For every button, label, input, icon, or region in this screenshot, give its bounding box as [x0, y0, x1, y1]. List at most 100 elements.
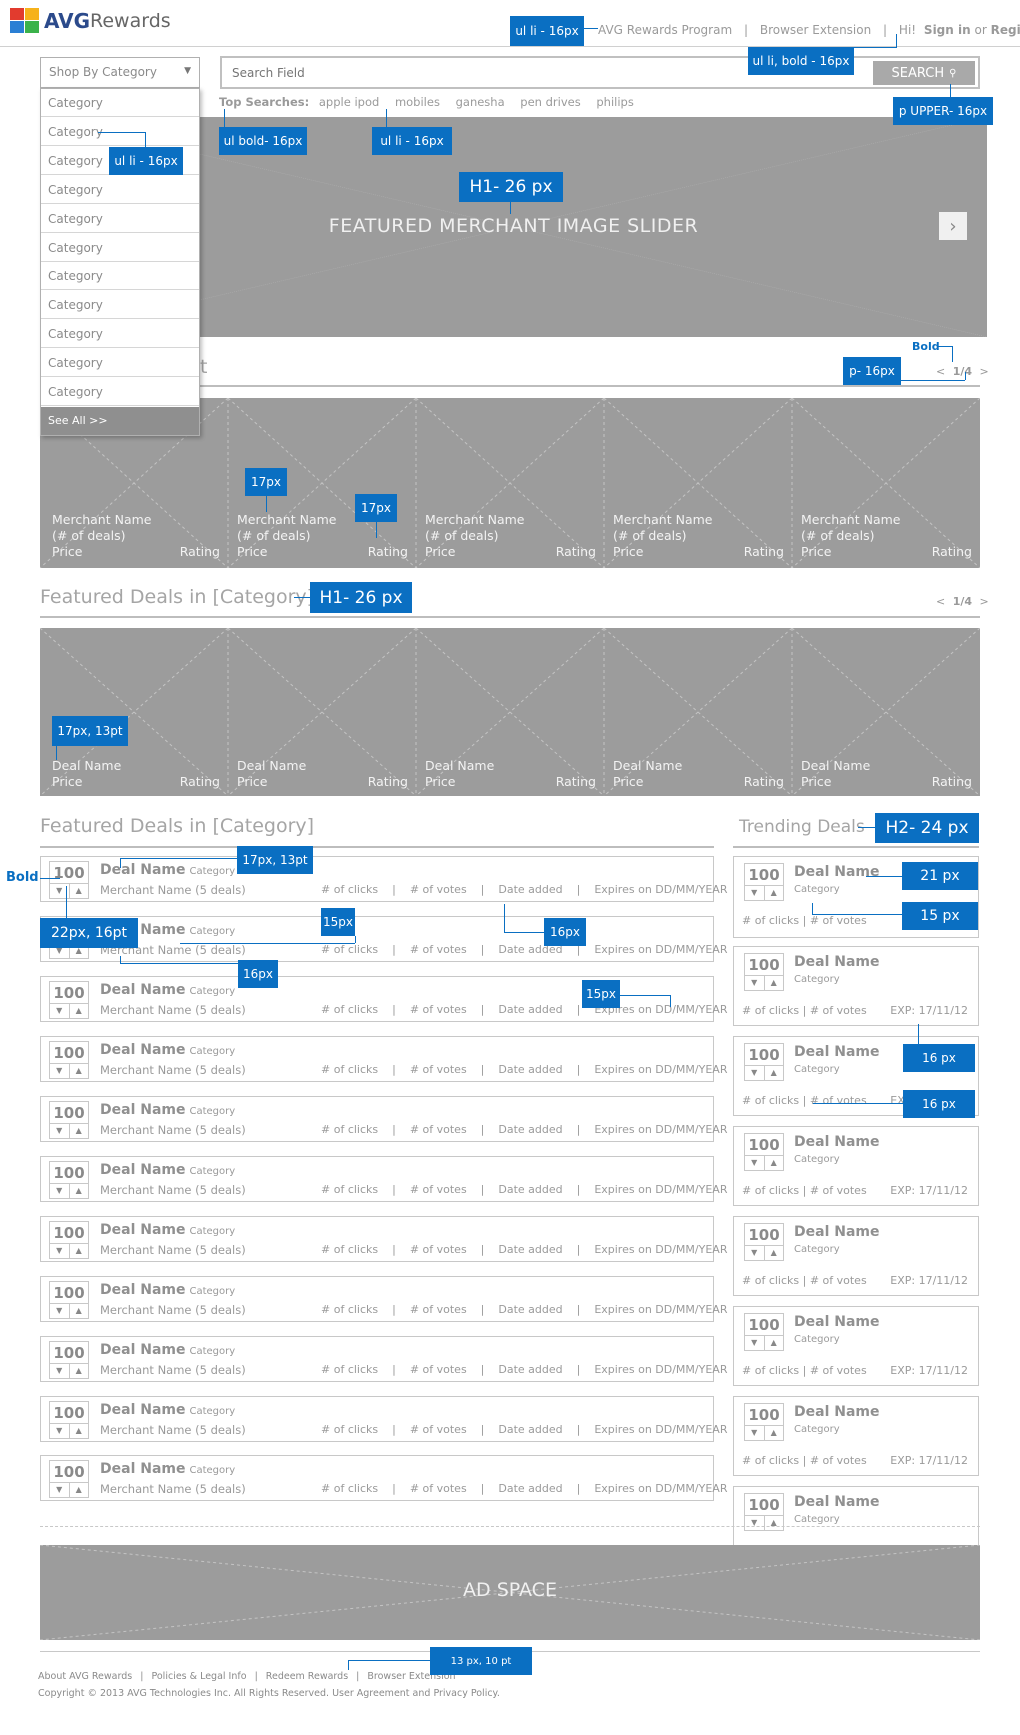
trending-deal-name[interactable]: Deal Name: [794, 1404, 879, 1420]
trending-deal-name[interactable]: Deal Name: [794, 864, 879, 880]
vote-up-icon[interactable]: ▲: [763, 1426, 784, 1440]
vote-up-icon[interactable]: ▲: [763, 1246, 784, 1260]
category-select[interactable]: Shop By Category ▼: [40, 57, 200, 88]
trending-card[interactable]: 100▼▲Deal NameCategory# of clicks | # of…: [733, 1126, 979, 1206]
vote-down-icon[interactable]: ▼: [745, 1426, 764, 1440]
category-item[interactable]: Category: [41, 204, 199, 233]
vote-up-icon[interactable]: ▲: [763, 1516, 784, 1530]
deal-card[interactable]: Deal Name Price Rating: [792, 628, 980, 796]
deal-merchant[interactable]: Merchant Name (5 deals): [100, 883, 246, 897]
deal-row[interactable]: 100▼▲Deal NameCategoryMerchant Name (5 d…: [40, 1096, 727, 1142]
vote-down-icon[interactable]: ▼: [745, 1336, 764, 1350]
deal-name[interactable]: Deal Name Category: [100, 982, 235, 998]
vote-down-icon[interactable]: ▼: [50, 1004, 69, 1018]
vote-down-icon[interactable]: ▼: [50, 1064, 69, 1078]
vote-up-icon[interactable]: ▲: [68, 1304, 89, 1318]
vote-down-icon[interactable]: ▼: [745, 976, 764, 990]
vote-up-icon[interactable]: ▲: [763, 1156, 784, 1170]
top-search-term[interactable]: apple ipod: [319, 95, 379, 109]
vote-up-icon[interactable]: ▲: [763, 1336, 784, 1350]
deal-row[interactable]: 100▼▲Deal NameCategoryMerchant Name (5 d…: [40, 1336, 727, 1382]
vote-up-icon[interactable]: ▲: [763, 1066, 784, 1080]
vote-up-icon[interactable]: ▲: [68, 1364, 89, 1378]
trending-deal-name[interactable]: Deal Name: [794, 1224, 879, 1240]
vote-down-icon[interactable]: ▼: [50, 1184, 69, 1198]
deal-row[interactable]: 100▼▲Deal NameCategoryMerchant Name (5 d…: [40, 1396, 727, 1442]
trending-card[interactable]: 100▼▲Deal NameCategory# of clicks | # of…: [733, 1306, 979, 1386]
deal-row[interactable]: 100▼▲Deal NameCategoryMerchant Name (5 d…: [40, 1276, 727, 1322]
category-item[interactable]: Category: [41, 378, 199, 406]
deal-name[interactable]: Deal Name Category: [100, 1461, 235, 1477]
top-search-term[interactable]: pen drives: [520, 95, 580, 109]
deal-row[interactable]: 100▼▲Deal NameCategoryMerchant Name (5 d…: [40, 1156, 727, 1202]
vote-down-icon[interactable]: ▼: [50, 1483, 69, 1497]
slider-next-button[interactable]: ›: [939, 212, 967, 240]
merchant-card[interactable]: Merchant Name (# of deals) Price Rating: [792, 398, 980, 568]
footer-link-about[interactable]: About AVG Rewards: [38, 1671, 132, 1682]
deal-name[interactable]: Deal Name Category: [100, 1042, 235, 1058]
vote-down-icon[interactable]: ▼: [50, 1304, 69, 1318]
deal-name[interactable]: Deal Name Category: [100, 1342, 235, 1358]
vote-down-icon[interactable]: ▼: [50, 1364, 69, 1378]
category-item[interactable]: Category: [41, 291, 199, 320]
trending-card[interactable]: 100▼▲Deal NameCategory# of clicks | # of…: [733, 1216, 979, 1296]
deal-row[interactable]: 100▼▲Deal NameCategoryMerchant Name (5 d…: [40, 916, 727, 962]
category-item[interactable]: Category: [41, 262, 199, 291]
deal-card[interactable]: Deal Name Price Rating: [40, 628, 228, 796]
ad-space[interactable]: AD SPACE: [40, 1545, 980, 1640]
vote-up-icon[interactable]: ▲: [68, 1064, 89, 1078]
deal-merchant[interactable]: Merchant Name (5 deals): [100, 1243, 246, 1257]
category-item[interactable]: Category: [41, 233, 199, 262]
deal-row[interactable]: 100▼▲Deal NameCategoryMerchant Name (5 d…: [40, 1036, 727, 1082]
footer-link-redeem[interactable]: Redeem Rewards: [266, 1671, 348, 1682]
top-search-term[interactable]: mobiles: [395, 95, 440, 109]
deal-merchant[interactable]: Merchant Name (5 deals): [100, 1183, 246, 1197]
vote-down-icon[interactable]: ▼: [50, 1124, 69, 1138]
deal-card[interactable]: Deal Name Price Rating: [416, 628, 604, 796]
search-input[interactable]: [230, 63, 834, 83]
vote-down-icon[interactable]: ▼: [745, 1516, 764, 1530]
vote-down-icon[interactable]: ▼: [745, 1246, 764, 1260]
vote-down-icon[interactable]: ▼: [745, 1066, 764, 1080]
see-all-link[interactable]: See All >>: [41, 407, 199, 435]
vote-down-icon[interactable]: ▼: [50, 1244, 69, 1258]
deal-row[interactable]: 100▼▲Deal NameCategoryMerchant Name (5 d…: [40, 1216, 727, 1262]
vote-up-icon[interactable]: ▲: [68, 1004, 89, 1018]
vote-up-icon[interactable]: ▲: [68, 1483, 89, 1497]
trending-card[interactable]: 100▼▲Deal NameCategory# of clicks | # of…: [733, 946, 979, 1026]
avg-logo[interactable]: AVG Rewards: [10, 7, 210, 37]
vote-up-icon[interactable]: ▲: [68, 1124, 89, 1138]
deal-merchant[interactable]: Merchant Name (5 deals): [100, 1123, 246, 1137]
chevron-left-icon[interactable]: <: [936, 365, 945, 378]
deal-merchant[interactable]: Merchant Name (5 deals): [100, 1303, 246, 1317]
deal-card[interactable]: Deal Name Price Rating: [228, 628, 416, 796]
vote-down-icon[interactable]: ▼: [745, 886, 764, 900]
search-button[interactable]: SEARCH ⚲: [873, 61, 975, 85]
vote-up-icon[interactable]: ▲: [68, 1184, 89, 1198]
deal-merchant[interactable]: Merchant Name (5 deals): [100, 1363, 246, 1377]
deal-name[interactable]: Deal Name Category: [100, 1282, 235, 1298]
top-search-term[interactable]: ganesha: [456, 95, 505, 109]
category-item[interactable]: Category: [41, 89, 199, 117]
category-item[interactable]: Category: [41, 175, 199, 204]
register-link[interactable]: Register: [991, 23, 1020, 37]
vote-down-icon[interactable]: ▼: [50, 1424, 69, 1438]
deal-name[interactable]: Deal Name Category: [100, 1162, 235, 1178]
trending-deal-name[interactable]: Deal Name: [794, 1494, 879, 1510]
deal-merchant[interactable]: Merchant Name (5 deals): [100, 1482, 246, 1496]
merchant-card[interactable]: Merchant Name (# of deals) Price Rating: [416, 398, 604, 568]
sign-in-link[interactable]: Sign in: [924, 23, 971, 37]
trending-deal-name[interactable]: Deal Name: [794, 954, 879, 970]
vote-up-icon[interactable]: ▲: [763, 976, 784, 990]
trending-deal-name[interactable]: Deal Name: [794, 1044, 879, 1060]
nav-rewards-program[interactable]: AVG Rewards Program: [598, 23, 732, 37]
deal-merchant[interactable]: Merchant Name (5 deals): [100, 1003, 246, 1017]
vote-up-icon[interactable]: ▲: [68, 884, 89, 898]
deal-merchant[interactable]: Merchant Name (5 deals): [100, 1423, 246, 1437]
vote-up-icon[interactable]: ▲: [68, 1424, 89, 1438]
chevron-right-icon[interactable]: >: [980, 595, 989, 608]
trending-deal-name[interactable]: Deal Name: [794, 1134, 879, 1150]
deal-merchant[interactable]: Merchant Name (5 deals): [100, 1063, 246, 1077]
deal-row[interactable]: 100▼▲Deal NameCategoryMerchant Name (5 d…: [40, 1455, 727, 1501]
merchant-card[interactable]: Merchant Name (# of deals) Price Rating: [604, 398, 792, 568]
